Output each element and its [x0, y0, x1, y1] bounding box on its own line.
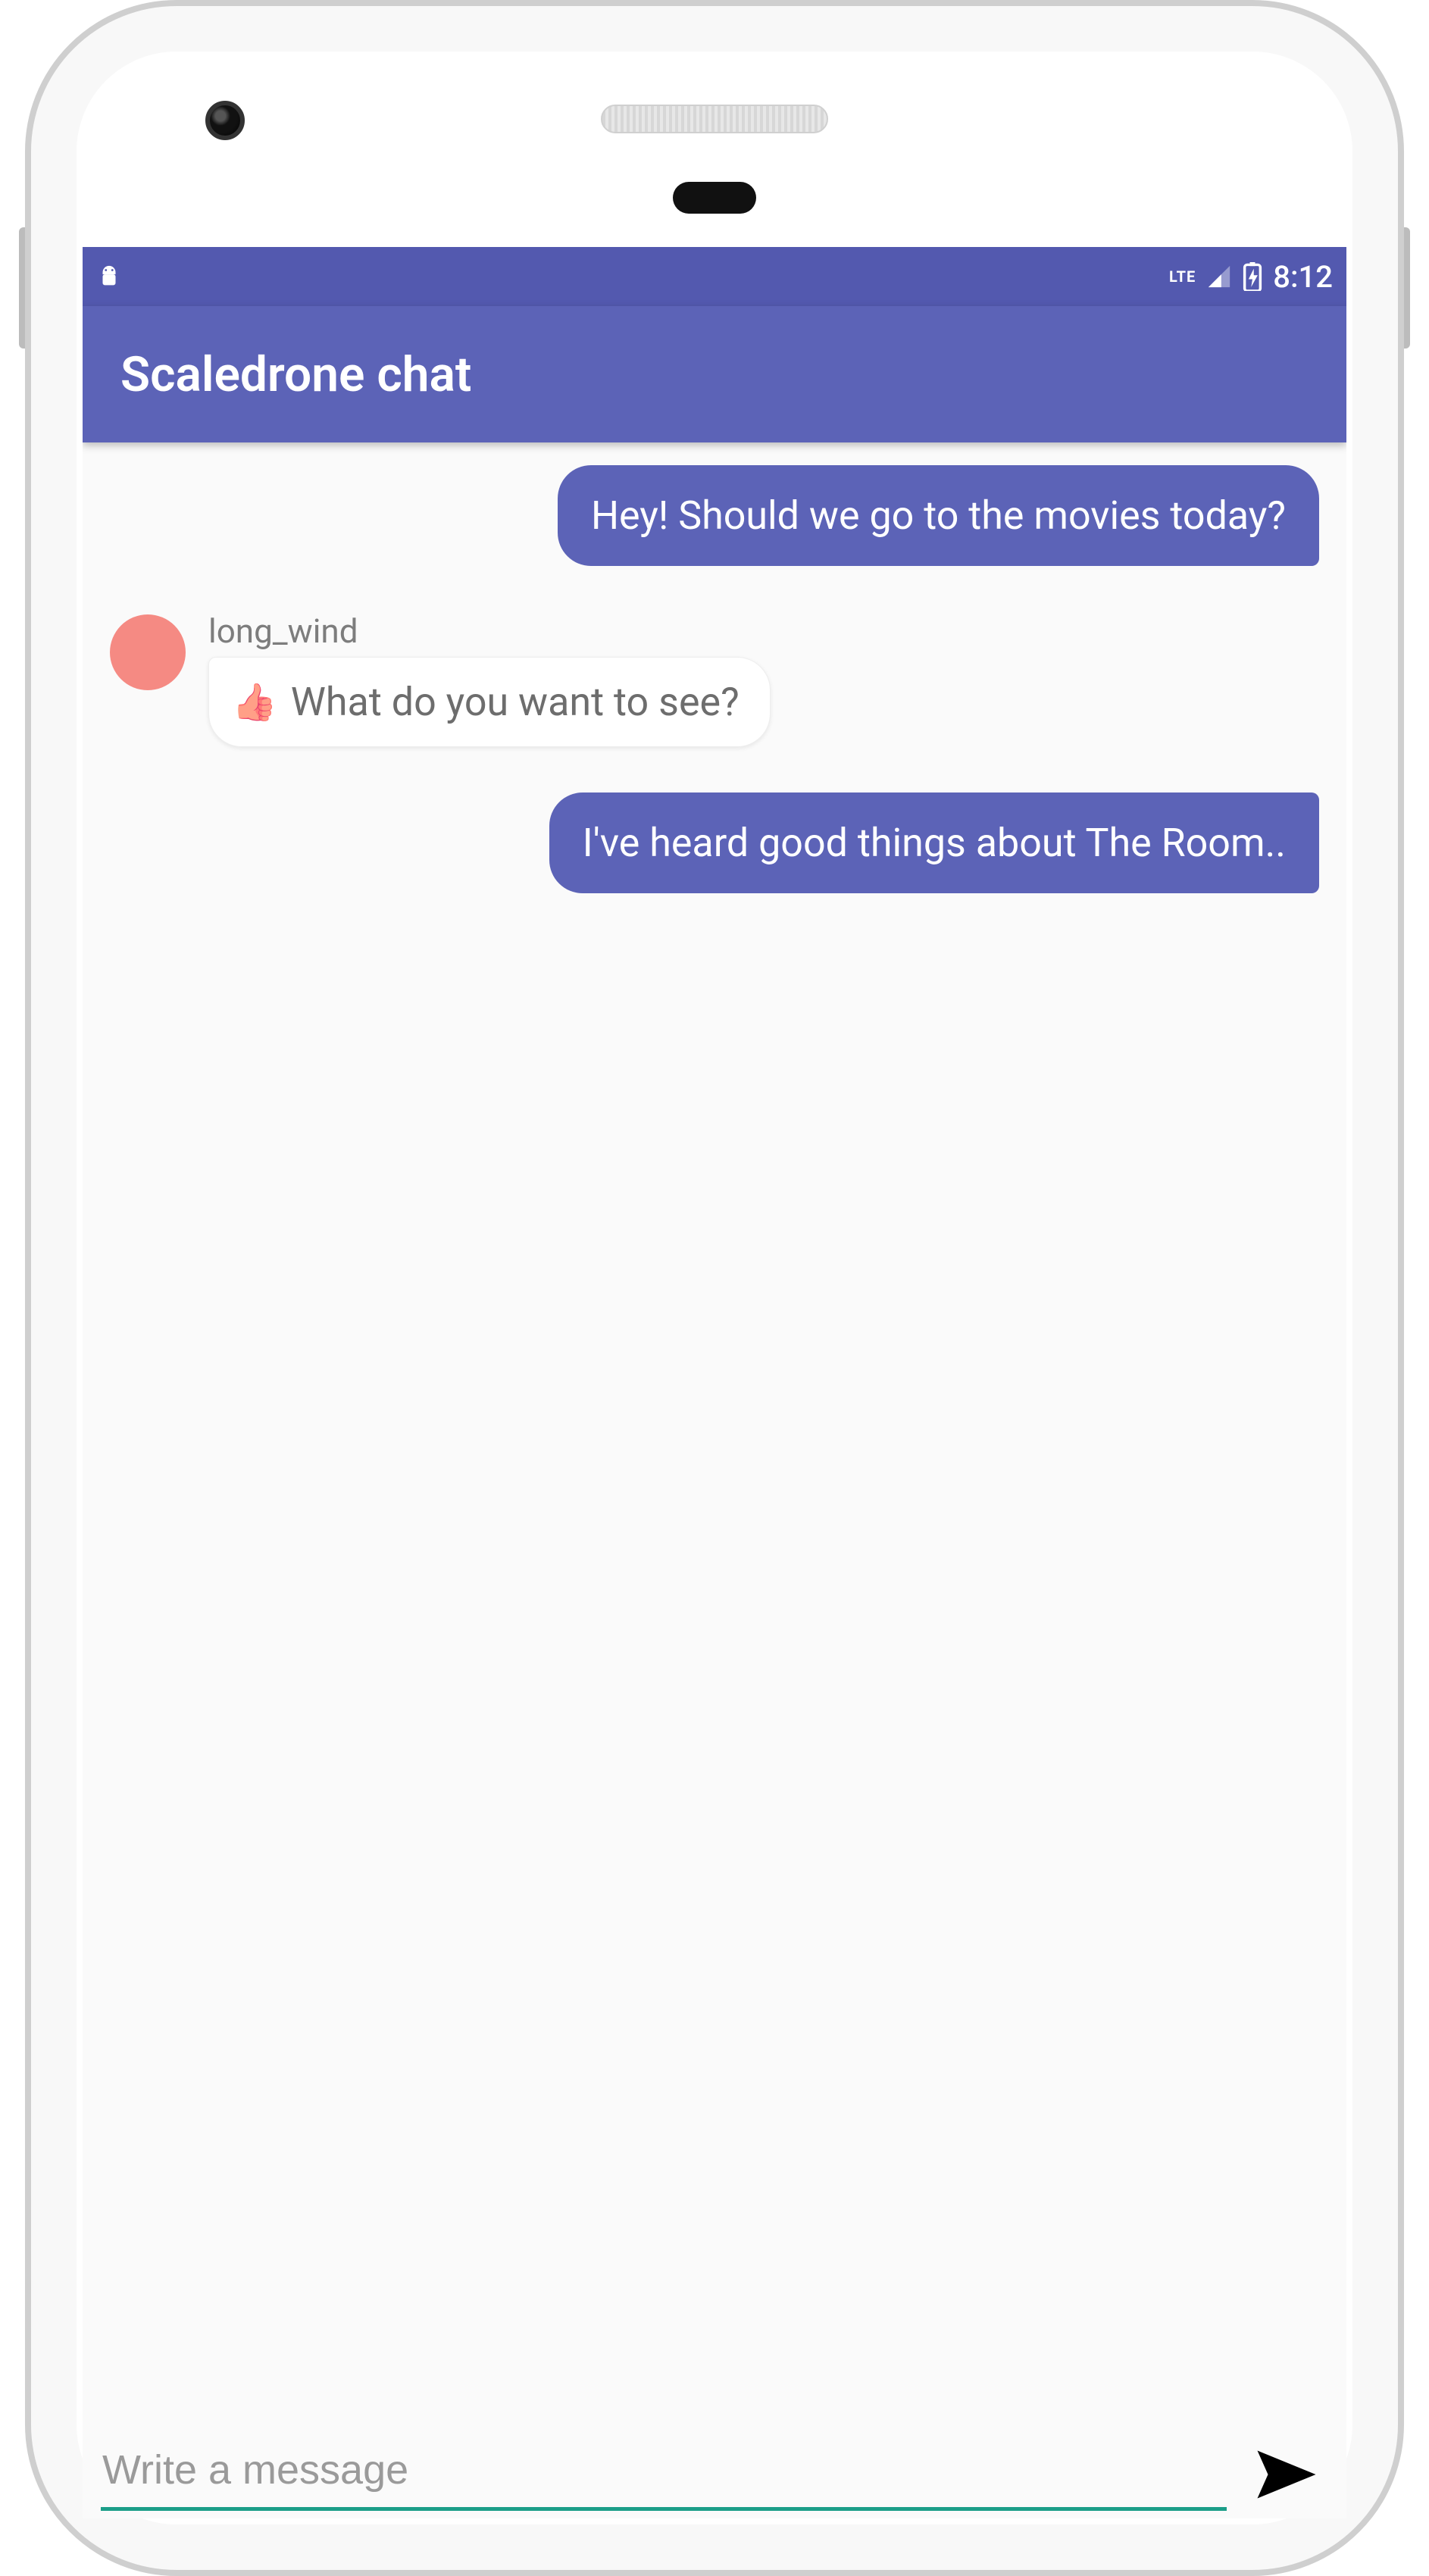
status-bar: LTE 8:12 — [83, 247, 1346, 306]
message-text: Hey! Should we go to the movies today? — [591, 492, 1286, 539]
battery-charging-icon — [1243, 262, 1262, 291]
phone-speaker — [601, 105, 828, 133]
message-composer — [83, 2430, 1346, 2518]
phone-sensor — [673, 182, 756, 214]
message-input[interactable] — [101, 2437, 1227, 2511]
status-time: 8:12 — [1273, 259, 1333, 295]
message-out[interactable]: Hey! Should we go to the movies today? — [110, 465, 1319, 566]
avatar[interactable] — [110, 614, 186, 690]
message-text: What do you want to see? — [291, 679, 740, 725]
sender-name: long_wind — [208, 611, 771, 651]
message-bubble: Hey! Should we go to the movies today? — [558, 465, 1319, 566]
message-text: I've heard good things about The Room.. — [583, 820, 1286, 866]
send-button[interactable] — [1245, 2448, 1328, 2501]
phone-camera — [205, 101, 245, 140]
app-bar: Scaledrone chat — [83, 306, 1346, 442]
send-icon — [1252, 2448, 1321, 2501]
signal-icon — [1206, 264, 1232, 289]
network-type-label: LTE — [1169, 267, 1196, 286]
app-title: Scaledrone chat — [120, 346, 471, 403]
message-in[interactable]: long_wind 👍 What do you want to see? — [110, 611, 1319, 747]
phone-frame: LTE 8:12 Scaledron — [25, 0, 1404, 2576]
message-bubble: I've heard good things about The Room.. — [549, 792, 1319, 893]
thumbs-up-icon: 👍 — [232, 680, 277, 724]
message-out[interactable]: I've heard good things about The Room.. — [110, 792, 1319, 893]
message-bubble: 👍 What do you want to see? — [208, 657, 771, 747]
phone-screen: LTE 8:12 Scaledron — [83, 247, 1346, 2518]
android-debug-icon — [96, 264, 122, 289]
chat-message-list[interactable]: Hey! Should we go to the movies today? l… — [83, 442, 1346, 893]
